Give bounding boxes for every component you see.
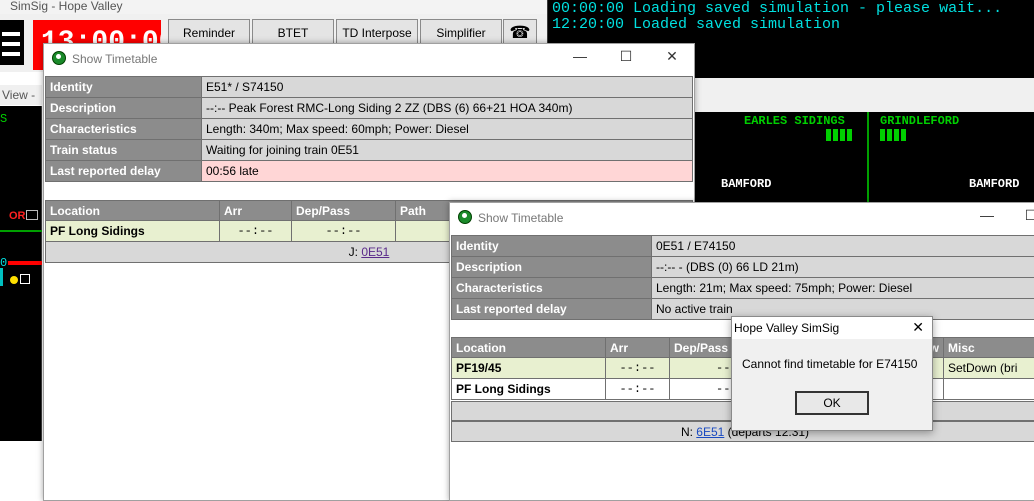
column-header-arr[interactable]: Arr: [605, 337, 670, 358]
close-icon[interactable]: ✕: [657, 48, 687, 65]
signalling-panel-left[interactable]: S OR 0: [0, 106, 42, 441]
column-header-arr[interactable]: Arr: [219, 200, 292, 221]
signal-icon[interactable]: [26, 210, 38, 220]
detail-key: Last reported delay: [451, 298, 652, 320]
detail-row: Identity E51* / S74150: [45, 76, 693, 98]
location-grindleford: GRINDLEFORD: [880, 114, 960, 128]
detail-value-delay: 00:56 late: [201, 160, 693, 182]
location-bamford: BAMFORD: [721, 177, 772, 191]
detail-row: Characteristics Length: 21m; Max speed: 7…: [451, 277, 1034, 299]
shunt-signal-icon[interactable]: [20, 274, 30, 284]
panel-label-s: S: [0, 112, 8, 126]
error-dialog: Hope Valley SimSig ✕ Cannot find timetab…: [731, 316, 933, 431]
ok-button[interactable]: OK: [795, 391, 869, 415]
simsig-app-icon: [52, 51, 66, 65]
column-header-dep-pass[interactable]: Dep/Pass: [291, 200, 396, 221]
desktop: SimSig - Hope Valley 13:00:00 Reminder B…: [0, 0, 1034, 501]
berth-grindleford: [880, 129, 906, 141]
column-header-location[interactable]: Location: [451, 337, 606, 358]
log-line: 12:20:00 Loaded saved simulation: [552, 16, 841, 33]
detail-key: Train status: [45, 139, 202, 161]
next-prefix: N:: [680, 425, 697, 439]
column-header-misc[interactable]: Misc: [943, 337, 1034, 358]
detail-key: Characteristics: [451, 277, 652, 299]
simsig-app-icon: [458, 210, 472, 224]
cell-arr: --:--: [605, 357, 670, 379]
detail-key: Description: [451, 256, 652, 278]
detail-value: E51* / S74150: [201, 76, 693, 98]
cell-location: PF Long Sidings: [451, 378, 606, 400]
cell-misc: SetDown (bri: [943, 357, 1034, 379]
location-bamford: BAMFORD: [969, 177, 1020, 191]
view-tab[interactable]: View - H: [0, 85, 42, 122]
panel-header-strip: [692, 78, 1034, 112]
detail-row: Train status Waiting for joining train 0E…: [45, 139, 693, 161]
berth-earles: [826, 129, 852, 141]
detail-row: Last reported delay 00:56 late: [45, 160, 693, 182]
maximize-icon[interactable]: ☐: [1016, 207, 1034, 224]
detail-row: Description --:-- Peak Forest RMC-Long Si…: [45, 97, 693, 119]
detail-row: Description --:-- - (DBS (0) 66 LD 21m): [451, 256, 1034, 278]
close-icon[interactable]: ✕: [912, 319, 924, 336]
track-segment-cyan: [0, 268, 3, 286]
signalling-diagram[interactable]: EARLES SIDINGS GRINDLEFORD BAMFORD BAMFO…: [692, 112, 1034, 202]
location-earles-sidings: EARLES SIDINGS: [744, 114, 845, 128]
detail-key: Identity: [451, 235, 652, 257]
window-title: Show Timetable: [478, 211, 564, 225]
detail-key: Characteristics: [45, 118, 202, 140]
log-line: 00:00:00 Loading saved simulation - plea…: [552, 0, 1003, 17]
cell-misc: [943, 378, 1034, 400]
signal-aspect-icon[interactable]: [10, 276, 18, 284]
track-segment: [0, 230, 42, 232]
cell-arr: --:--: [219, 220, 292, 242]
next-train-link[interactable]: 6E51: [696, 425, 724, 439]
track-divider: [867, 112, 869, 202]
window-title: Show Timetable: [72, 52, 158, 66]
track-occupied: [8, 261, 42, 265]
detail-row: Characteristics Length: 340m; Max speed: …: [45, 118, 693, 140]
detail-value: Waiting for joining train 0E51: [201, 139, 693, 161]
cell-location: PF19/45: [451, 357, 606, 379]
train-details-table: Identity E51* / S74150 Description --:-- P…: [45, 76, 693, 182]
menu-icon[interactable]: [0, 20, 24, 65]
minimize-icon[interactable]: —: [565, 48, 595, 64]
panel-label-or: OR: [9, 210, 26, 222]
detail-value: Length: 21m; Max speed: 75mph; Power: Di…: [651, 277, 1034, 299]
cell-location: PF Long Sidings: [45, 220, 220, 242]
dialog-message: Cannot find timetable for E74150: [742, 357, 918, 371]
window-titlebar[interactable]: Show Timetable — ☐ ✕: [44, 44, 694, 74]
maximize-icon[interactable]: ☐: [611, 48, 641, 65]
detail-row: Identity 0E51 / E74150: [451, 235, 1034, 257]
detail-value: --:-- - (DBS (0) 66 LD 21m): [651, 256, 1034, 278]
cell-dep: --:--: [291, 220, 396, 242]
detail-value: 0E51 / E74150: [651, 235, 1034, 257]
detail-key: Description: [45, 97, 202, 119]
window-titlebar[interactable]: Show Timetable — ☐: [450, 203, 1034, 233]
minimize-icon[interactable]: —: [972, 207, 1002, 223]
join-train-link[interactable]: 0E51: [361, 245, 389, 259]
cell-arr: --:--: [605, 378, 670, 400]
main-window-title: SimSig - Hope Valley: [0, 0, 548, 14]
train-details-table: Identity 0E51 / E74150 Description --:-- -…: [451, 235, 1034, 320]
dialog-title[interactable]: Hope Valley SimSig: [732, 317, 932, 339]
detail-value: --:-- Peak Forest RMC-Long Siding 2 ZZ (…: [201, 97, 693, 119]
join-prefix: J:: [348, 245, 362, 259]
detail-value: Length: 340m; Max speed: 60mph; Power: D…: [201, 118, 693, 140]
column-header-location[interactable]: Location: [45, 200, 220, 221]
detail-key: Identity: [45, 76, 202, 98]
detail-key: Last reported delay: [45, 160, 202, 182]
